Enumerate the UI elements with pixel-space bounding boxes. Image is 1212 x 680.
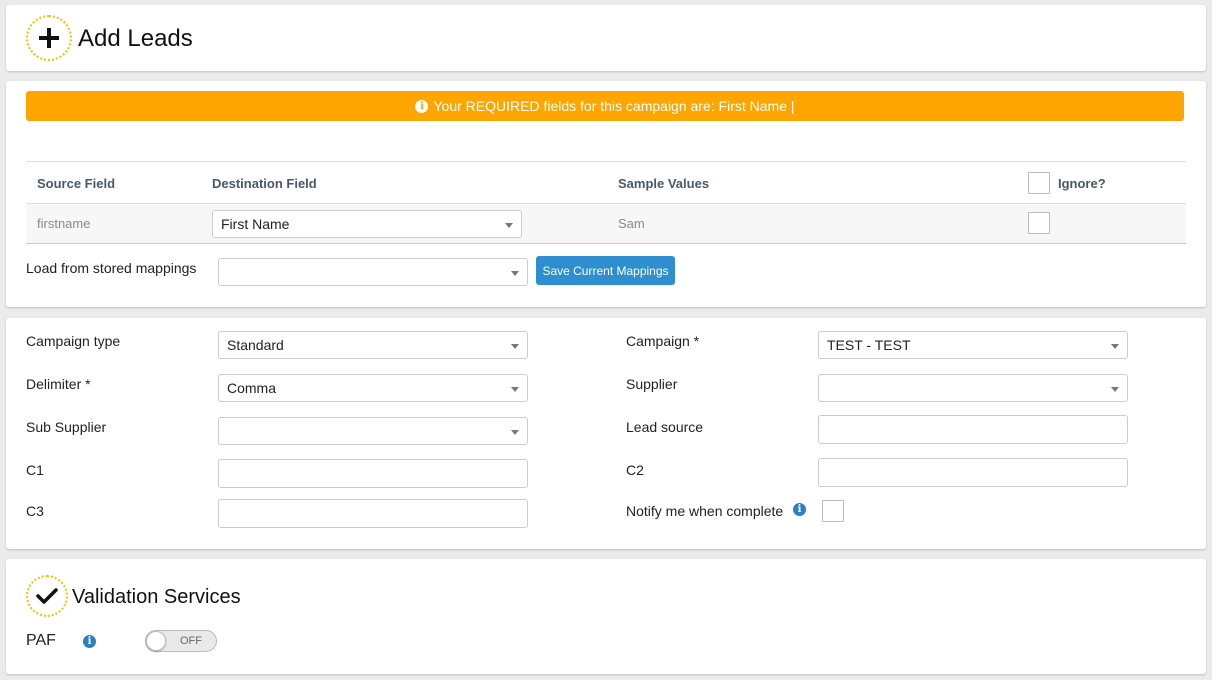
campaign-type-label: Campaign type [26,333,121,349]
paf-toggle[interactable]: OFF [145,630,217,652]
c2-input[interactable] [818,458,1128,487]
validation-title: Validation Services [72,586,241,608]
info-icon: i [415,99,429,113]
paf-label: PAF [26,632,56,649]
campaign-type-select[interactable]: Standard [218,331,528,359]
campaign-select[interactable]: TEST - TEST [818,331,1128,359]
c3-label: C3 [26,503,44,519]
toggle-knob [146,631,166,651]
c1-label: C1 [26,462,44,478]
c1-input[interactable] [218,459,528,488]
chevron-down-icon [511,344,519,349]
ignore-row-checkbox[interactable] [1028,212,1050,234]
campaign-label: Campaign * [626,333,700,349]
col-source-field: Source Field [37,176,116,191]
destination-field-value: First Name [221,216,290,232]
ignore-all-checkbox[interactable] [1028,172,1050,194]
plus-icon [39,28,59,48]
chevron-down-icon [1111,387,1119,392]
required-fields-alert: i Your REQUIRED fields for this campaign… [26,91,1184,121]
lead-source-label: Lead source [626,419,704,435]
table-bottom-divider [26,243,1186,244]
notify-info-icon[interactable]: i [793,503,806,516]
campaign-value: TEST - TEST [827,337,911,353]
table-row [26,204,1186,244]
mapping-card: i Your REQUIRED fields for this campaign… [6,81,1206,307]
page-title: Add Leads [78,25,193,52]
source-field-cell: firstname [37,216,91,231]
supplier-select[interactable] [818,374,1128,402]
stored-mappings-label: Load from stored mappings [26,260,197,276]
col-ignore: Ignore? [1058,176,1106,191]
chevron-down-icon [1111,344,1119,349]
delimiter-label: Delimiter * [26,376,91,392]
chevron-down-icon [511,271,519,276]
table-top-divider [26,161,1186,162]
alert-text: Your REQUIRED fields for this campaign a… [433,98,795,114]
destination-field-select[interactable]: First Name [212,210,522,238]
campaign-type-value: Standard [227,337,284,353]
sample-value-cell: Sam [618,216,645,231]
chevron-down-icon [511,430,519,435]
chevron-down-icon [505,223,513,228]
save-mappings-button[interactable]: Save Current Mappings [536,256,675,285]
campaign-form-card: Campaign type Standard Delimiter * Comma… [6,318,1206,549]
delimiter-select[interactable]: Comma [218,374,528,402]
notify-checkbox[interactable] [822,500,844,522]
stored-mappings-select[interactable] [218,258,528,286]
paf-toggle-state: OFF [180,635,202,647]
c3-input[interactable] [218,499,528,528]
notify-label: Notify me when complete [626,503,784,519]
delimiter-value: Comma [227,380,277,396]
chevron-down-icon [511,387,519,392]
plus-icon-ring [26,15,72,61]
sub-supplier-label: Sub Supplier [26,419,107,435]
lead-source-input[interactable] [818,415,1128,444]
validation-card: Validation Services PAF i OFF [6,559,1206,674]
sub-supplier-select[interactable] [218,417,528,445]
checkmark-icon-ring [26,575,68,617]
checkmark-icon [36,588,58,604]
col-destination-field: Destination Field [212,176,317,191]
c2-label: C2 [626,462,644,478]
paf-info-icon[interactable]: i [83,635,96,648]
col-sample-values: Sample Values [618,176,710,191]
supplier-label: Supplier [626,376,678,392]
header-card: Add Leads [6,5,1206,71]
